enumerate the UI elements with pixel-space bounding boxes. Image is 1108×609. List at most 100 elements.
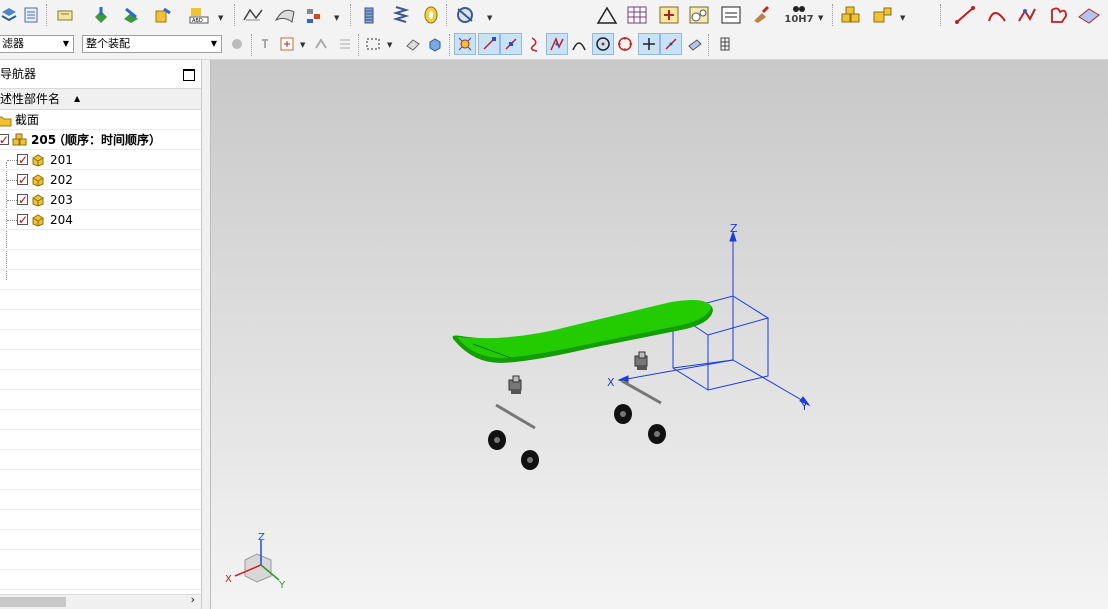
empty-row: [0, 270, 201, 290]
filter-select[interactable]: 滤器 ▼: [0, 35, 74, 53]
empty-row: [0, 490, 201, 510]
empty-row: [0, 510, 201, 530]
part-name: 204: [50, 213, 73, 227]
table-icon[interactable]: [624, 2, 650, 28]
line-icon[interactable]: [952, 2, 978, 28]
snap-midpoint-icon[interactable]: [500, 33, 522, 55]
fit-tolerance-label: 10H7: [784, 14, 814, 25]
triad-x-label: X: [225, 574, 232, 585]
y-axis-line: [732, 359, 806, 403]
spring-icon[interactable]: [388, 2, 414, 28]
snap-quadrant-icon[interactable]: [614, 33, 636, 55]
bolt-icon[interactable]: [356, 2, 382, 28]
graphics-viewport[interactable]: Z X Y Z X Y: [211, 60, 1108, 609]
axle-front[interactable]: [495, 403, 536, 430]
root-assembly-order: （顺序：时间顺序）: [53, 133, 162, 147]
abd-text-icon[interactable]: ABD: [186, 2, 212, 28]
scrollbar-thumb[interactable]: [0, 597, 66, 607]
camera-icon[interactable]: [686, 2, 712, 28]
tree-row-part[interactable]: 204: [0, 210, 201, 230]
snap-control-icon[interactable]: [524, 33, 546, 55]
empty-row: [0, 230, 201, 250]
surface-feature-icon[interactable]: [272, 2, 298, 28]
maximize-icon[interactable]: [183, 69, 195, 81]
truck-rear[interactable]: [634, 351, 648, 370]
select-feature-icon[interactable]: [256, 33, 278, 55]
snap-point-on-curve-icon[interactable]: [638, 33, 660, 55]
tree-row-part[interactable]: 201: [0, 150, 201, 170]
shape-icon[interactable]: [1046, 2, 1072, 28]
wheel[interactable]: [614, 404, 632, 424]
wheel[interactable]: [488, 430, 506, 450]
gear-assembly-icon[interactable]: [452, 2, 478, 28]
snap-intersection-icon[interactable]: [546, 33, 568, 55]
snap-endpoint-icon[interactable]: [478, 33, 500, 55]
scroll-right-icon[interactable]: ›: [191, 593, 195, 606]
cube-select-icon[interactable]: [424, 33, 446, 55]
assembly-icon[interactable]: [52, 2, 78, 28]
triangle-icon[interactable]: [594, 2, 620, 28]
empty-row: [0, 330, 201, 350]
tree-row-part[interactable]: 202: [0, 170, 201, 190]
wheel[interactable]: [648, 424, 666, 444]
column-header-part-name[interactable]: 述性部件名 ▲: [0, 88, 201, 110]
empty-row: [0, 430, 201, 450]
tree-row-section[interactable]: 截面: [0, 110, 201, 130]
tree-row-root-assembly[interactable]: 205 （顺序：时间顺序）: [0, 130, 201, 150]
notes-icon[interactable]: [18, 2, 44, 28]
explode-icon[interactable]: [302, 2, 328, 28]
replace-component-icon[interactable]: [118, 2, 144, 28]
skateboard-deck[interactable]: [452, 300, 713, 363]
assembly-navigator: 导航器 述性部件名 ▲ 截面 205 （顺序：时间顺序） 201 202 203: [0, 60, 202, 609]
select-box-icon[interactable]: [276, 33, 298, 55]
part-name: 201: [50, 153, 73, 167]
y-axis-label: Y: [800, 400, 808, 413]
arc-icon[interactable]: [984, 2, 1010, 28]
cross-section-icon[interactable]: [656, 2, 682, 28]
horizontal-scrollbar[interactable]: ›: [0, 593, 201, 609]
truck-front[interactable]: [508, 375, 522, 394]
panel-splitter[interactable]: [202, 60, 211, 609]
scope-select[interactable]: 整个装配 ▼: [82, 35, 222, 53]
snap-on-surface-icon[interactable]: [684, 33, 706, 55]
part-name: 202: [50, 173, 73, 187]
render-icon[interactable]: [1076, 2, 1102, 28]
snap-center-icon[interactable]: [592, 33, 614, 55]
bolt-assembly-icon[interactable]: [150, 2, 176, 28]
part-blocks-icon[interactable]: [838, 2, 864, 28]
triad-z-label: Z: [258, 532, 265, 543]
empty-row: [0, 310, 201, 330]
snap-on-curve-icon[interactable]: [660, 33, 682, 55]
part-visibility-checkbox[interactable]: [17, 170, 28, 190]
part-visibility-checkbox[interactable]: [17, 190, 28, 210]
part-blocks-2-icon[interactable]: [870, 2, 896, 28]
root-visibility-checkbox[interactable]: [0, 130, 9, 150]
filter-reset-icon[interactable]: [226, 33, 248, 55]
polyline-icon[interactable]: [1014, 2, 1040, 28]
tree-row-part[interactable]: 203: [0, 190, 201, 210]
bounding-box-edge: [672, 359, 734, 369]
brush-icon[interactable]: [748, 2, 774, 28]
fit-tolerance-icon[interactable]: 10H7: [784, 2, 814, 28]
snap-grid-icon[interactable]: [334, 33, 356, 55]
pick-part-icon[interactable]: [88, 2, 114, 28]
snap-enable-icon[interactable]: [454, 33, 476, 55]
bearing-icon[interactable]: [418, 2, 444, 28]
drawing-icon[interactable]: [718, 2, 744, 28]
eraser-icon[interactable]: [402, 33, 424, 55]
empty-row: [0, 410, 201, 430]
empty-row: [0, 450, 201, 470]
empty-row: [0, 250, 201, 270]
snap-point-icon[interactable]: [310, 33, 332, 55]
snap-arc-center-icon[interactable]: [568, 33, 590, 55]
rectangle-select-icon[interactable]: [362, 33, 384, 55]
wheel[interactable]: [521, 450, 539, 470]
part-visibility-checkbox[interactable]: [17, 150, 28, 170]
part-visibility-checkbox[interactable]: [17, 210, 28, 230]
sort-ascending-icon[interactable]: ▲: [74, 89, 80, 109]
filter-select-value: 滤器: [2, 37, 24, 50]
empty-row: [0, 530, 201, 550]
curve-feature-icon[interactable]: [240, 2, 266, 28]
axle-rear[interactable]: [621, 379, 662, 405]
snap-bounded-grid-icon[interactable]: [714, 33, 736, 55]
